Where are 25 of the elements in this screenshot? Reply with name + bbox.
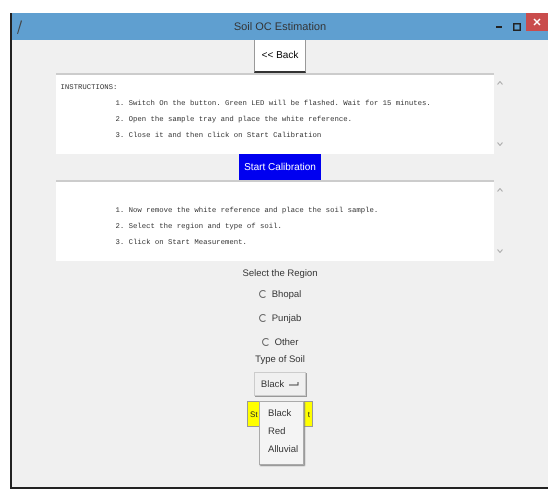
back-button[interactable]: << Back <box>254 40 306 73</box>
close-icon <box>533 18 541 26</box>
radio-button[interactable] <box>262 338 270 346</box>
radio-label: Bhopal <box>272 288 302 300</box>
radio-label: Punjab <box>272 312 302 324</box>
scroll-up-icon <box>496 81 502 85</box>
region-label: Select the Region <box>242 268 318 281</box>
scroll-down-icon <box>496 249 502 253</box>
maximize-icon <box>513 22 521 30</box>
menu-item[interactable]: Alluvial <box>260 442 303 460</box>
start-calibration-button[interactable]: Start Calibration <box>239 154 321 180</box>
soil-dropdown[interactable]: Black <box>254 372 306 396</box>
menu-item[interactable]: Black <box>260 406 303 424</box>
radio-button[interactable] <box>258 314 267 322</box>
minimize-icon <box>496 26 502 28</box>
soil-type-label: Type of Soil <box>255 354 305 367</box>
scroll-up-icon <box>496 188 502 192</box>
radio-label: Other <box>274 336 298 348</box>
menu-item[interactable]: Red <box>260 424 303 442</box>
close-button[interactable] <box>526 13 548 31</box>
feather-icon <box>16 20 22 34</box>
scroll-down-icon <box>496 142 502 146</box>
window-title: Soil OC Estimation <box>234 20 326 32</box>
radio-button[interactable] <box>258 290 267 298</box>
dropdown-indicator-icon <box>289 382 300 386</box>
